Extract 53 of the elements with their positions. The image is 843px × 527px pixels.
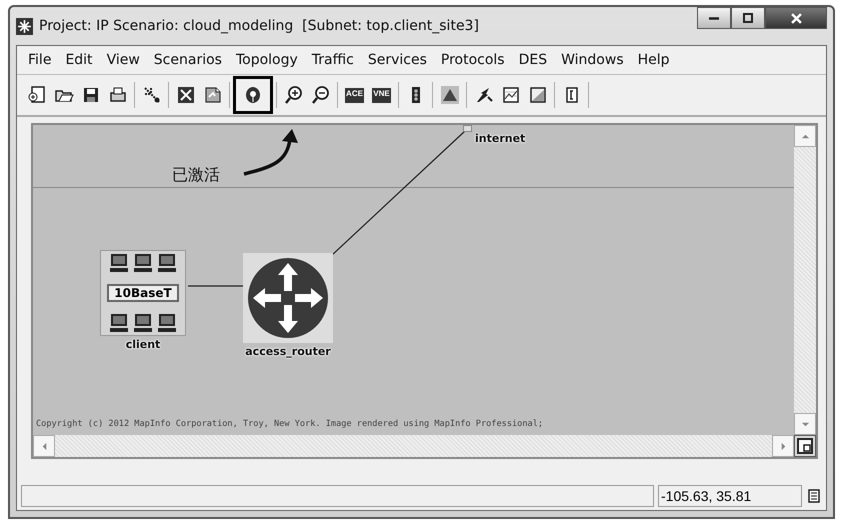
node-marker[interactable] bbox=[463, 125, 472, 132]
page-icon bbox=[202, 85, 222, 105]
router-icon[interactable] bbox=[243, 253, 333, 343]
menu-item[interactable]: Topology bbox=[228, 52, 305, 68]
right-arrow-icon bbox=[778, 442, 788, 450]
lan-label: 10BaseT bbox=[107, 284, 179, 302]
menu-item[interactable]: Traffic bbox=[304, 52, 361, 68]
maximize-button[interactable] bbox=[731, 7, 765, 29]
graph-icon bbox=[500, 85, 520, 105]
map-view-button[interactable] bbox=[794, 435, 816, 457]
window-icon bbox=[797, 438, 814, 454]
coordinates-text: -105.63, 35.81 bbox=[658, 484, 802, 506]
lan-node-icon[interactable]: 10BaseT bbox=[100, 250, 186, 336]
horizontal-scrollbar[interactable] bbox=[33, 435, 794, 457]
vertical-scrollbar[interactable] bbox=[794, 125, 816, 435]
menu-item[interactable]: Help bbox=[630, 52, 677, 68]
copyright-text: Copyright (c) 2012 MapInfo Corporation, Troy, New York. Image rendered using MapInfo Professional; bbox=[36, 419, 544, 429]
menu-item[interactable]: View bbox=[100, 52, 147, 68]
toolbar-bug-button[interactable] bbox=[233, 76, 273, 114]
computer-icon bbox=[156, 313, 178, 333]
zoom-out-icon bbox=[310, 85, 330, 105]
computer-icon bbox=[132, 313, 154, 333]
minimize-button[interactable] bbox=[697, 7, 731, 29]
zoom-in-icon bbox=[284, 85, 304, 105]
computer-icon bbox=[132, 253, 154, 273]
x-box-icon bbox=[176, 85, 196, 105]
menu-item[interactable]: Services bbox=[360, 52, 434, 68]
menu-item[interactable]: DES bbox=[512, 52, 554, 68]
node-label: internet bbox=[475, 132, 526, 145]
new-file-icon bbox=[26, 85, 46, 105]
computer-icon bbox=[156, 253, 178, 273]
menu-item[interactable]: Scenarios bbox=[146, 52, 229, 68]
menu-item[interactable]: Protocols bbox=[434, 52, 512, 68]
minimize-icon bbox=[709, 16, 719, 20]
node-label: access_router bbox=[245, 345, 331, 358]
node-label: client bbox=[126, 338, 160, 351]
menu-item[interactable]: Windows bbox=[554, 52, 631, 68]
printer-icon bbox=[108, 85, 128, 105]
menu-item[interactable]: Edit bbox=[58, 52, 100, 68]
star-icon bbox=[16, 18, 33, 34]
toolbar-button[interactable]: VNE bbox=[368, 80, 395, 110]
chart-icon bbox=[528, 85, 548, 105]
down-arrow-icon bbox=[800, 420, 810, 428]
menu-item[interactable]: File bbox=[21, 52, 58, 68]
close-button[interactable] bbox=[765, 7, 827, 29]
maximize-icon bbox=[743, 13, 753, 23]
computer-icon bbox=[108, 313, 130, 333]
toolbar-button[interactable]: ACE bbox=[341, 80, 368, 110]
link-line bbox=[188, 285, 243, 287]
annotation-text: 已激活 bbox=[172, 165, 220, 186]
computer-icon bbox=[108, 253, 130, 273]
close-icon bbox=[790, 12, 802, 24]
window-title: Project: IP Scenario: cloud_modeling [Subnet: top.client_site3] bbox=[39, 18, 480, 34]
